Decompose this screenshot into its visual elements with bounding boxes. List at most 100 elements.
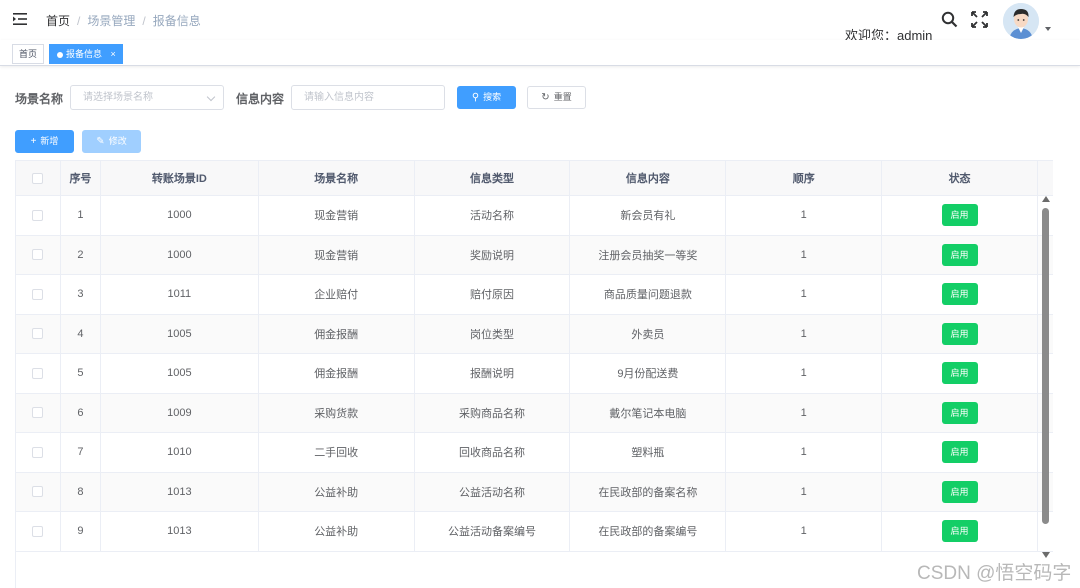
- row-checkbox[interactable]: [32, 486, 44, 498]
- status-button[interactable]: 启用: [941, 520, 978, 543]
- cell-order: 1: [726, 196, 883, 235]
- fullscreen-icon[interactable]: [971, 11, 988, 28]
- cell-content: 新会员有礼: [570, 196, 727, 235]
- breadcrumb: 首页 / 场景管理 / 报备信息: [46, 12, 201, 29]
- reset-button[interactable]: ↻ 重置: [527, 86, 586, 109]
- header-scene-id: 转账场景ID: [101, 161, 259, 195]
- status-button[interactable]: 启用: [941, 480, 978, 503]
- add-button[interactable]: + 新增: [15, 130, 74, 153]
- status-button[interactable]: 启用: [941, 362, 978, 385]
- cell-no: 9: [61, 512, 101, 551]
- scene-name-select[interactable]: 请选择场景名称: [70, 85, 224, 110]
- header-no: 序号: [61, 161, 101, 195]
- breadcrumb-home[interactable]: 首页: [46, 12, 70, 29]
- search-button-label: 搜索: [483, 92, 502, 102]
- cell-scene-id: 1005: [101, 314, 259, 353]
- cell-scene: 现金营销: [259, 235, 415, 274]
- cell-scene-id: 1011: [101, 275, 259, 314]
- tag-active[interactable]: 报备信息 ×: [49, 44, 123, 64]
- cell-content: 注册会员抽奖一等奖: [570, 235, 727, 274]
- table-body: 1 1000 现金营销 活动名称 新会员有礼 1 启用 2 1000 现金营销 奖励说明 注册会员抽奖…: [16, 196, 1053, 588]
- table-header: 序号 转账场景ID 场景名称 信息类型 信息内容 顺序 状态: [16, 161, 1053, 196]
- table-row[interactable]: 2 1000 现金营销 奖励说明 注册会员抽奖一等奖 1 启用: [16, 235, 1053, 275]
- cell-order: 1: [726, 512, 883, 551]
- user-avatar[interactable]: [1003, 3, 1039, 39]
- status-button[interactable]: 启用: [941, 401, 978, 424]
- select-all-checkbox[interactable]: [32, 172, 44, 184]
- cell-type: 采购商品名称: [415, 393, 571, 432]
- cell-content: 塑料瓶: [570, 433, 727, 472]
- plus-icon: +: [30, 136, 37, 147]
- table-row[interactable]: 6 1009 采购货款 采购商品名称 戴尔笔记本电脑 1 启用: [16, 393, 1053, 433]
- cell-no: 8: [61, 472, 101, 511]
- edit-button-label: 修改: [108, 136, 127, 146]
- status-button[interactable]: 启用: [941, 322, 978, 345]
- cell-no: 2: [61, 235, 101, 274]
- cell-type: 活动名称: [415, 196, 571, 235]
- cell-order: 1: [726, 433, 883, 472]
- cell-content: 商品质量问题退款: [570, 275, 727, 314]
- header-select-all: [16, 161, 61, 195]
- scrollbar-thumb[interactable]: [1042, 208, 1049, 524]
- breadcrumb-scene-management: 场景管理: [87, 14, 136, 28]
- row-checkbox[interactable]: [32, 407, 44, 419]
- status-button[interactable]: 启用: [941, 204, 978, 227]
- table-row[interactable]: 4 1005 佣金报酬 岗位类型 外卖员 1 启用: [16, 314, 1053, 354]
- cell-scene: 佣金报酬: [259, 354, 415, 393]
- cell-type: 公益活动名称: [415, 472, 571, 511]
- cell-scene: 企业赔付: [259, 275, 415, 314]
- cell-scene-id: 1009: [101, 393, 259, 432]
- hamburger-menu-icon[interactable]: [12, 11, 28, 27]
- cell-order: 1: [726, 393, 883, 432]
- cell-scene-id: 1013: [101, 512, 259, 551]
- row-checkbox[interactable]: [32, 328, 44, 340]
- tags-view: 首页 报备信息 ×: [0, 40, 1080, 66]
- table-row[interactable]: 7 1010 二手回收 回收商品名称 塑料瓶 1 启用: [16, 433, 1053, 473]
- row-checkbox[interactable]: [32, 367, 44, 379]
- row-checkbox[interactable]: [32, 249, 44, 261]
- cell-no: 7: [61, 433, 101, 472]
- cell-scene: 佣金报酬: [259, 314, 415, 353]
- cell-type: 报酬说明: [415, 354, 571, 393]
- cell-order: 1: [726, 354, 883, 393]
- row-checkbox[interactable]: [32, 209, 44, 221]
- cell-no: 6: [61, 393, 101, 432]
- edit-button[interactable]: ✎ 修改: [82, 130, 141, 153]
- cell-no: 3: [61, 275, 101, 314]
- row-checkbox[interactable]: [32, 446, 44, 458]
- table-row[interactable]: 3 1011 企业赔付 赔付原因 商品质量问题退款 1 启用: [16, 275, 1053, 315]
- cell-type: 赔付原因: [415, 275, 571, 314]
- search-icon: ⚲: [471, 92, 480, 103]
- cell-order: 1: [726, 472, 883, 511]
- table-row[interactable]: 5 1005 佣金报酬 报酬说明 9月份配送费 1 启用: [16, 354, 1053, 394]
- row-checkbox[interactable]: [32, 288, 44, 300]
- info-content-placeholder: 请输入信息内容: [304, 92, 374, 103]
- table-scrollbar[interactable]: [1040, 196, 1052, 562]
- search-button[interactable]: ⚲ 搜索: [457, 86, 516, 109]
- cell-no: 5: [61, 354, 101, 393]
- cell-order: 1: [726, 314, 883, 353]
- cell-scene-id: 1010: [101, 433, 259, 472]
- cell-type: 岗位类型: [415, 314, 571, 353]
- chevron-down-icon[interactable]: [1045, 27, 1051, 31]
- scroll-up-icon[interactable]: [1042, 196, 1050, 202]
- cell-scene-id: 1000: [101, 196, 259, 235]
- cell-scene: 公益补助: [259, 512, 415, 551]
- cell-content: 戴尔笔记本电脑: [570, 393, 727, 432]
- header-status: 状态: [882, 161, 1038, 195]
- table-row[interactable]: 8 1013 公益补助 公益活动名称 在民政部的备案名称 1 启用: [16, 472, 1053, 512]
- reset-button-label: 重置: [553, 92, 572, 102]
- watermark: CSDN @悟空码字: [917, 563, 1072, 584]
- status-button[interactable]: 启用: [941, 243, 978, 266]
- tag-home[interactable]: 首页: [12, 44, 45, 64]
- table-row[interactable]: 1 1000 现金营销 活动名称 新会员有礼 1 启用: [16, 196, 1053, 236]
- cell-scene-id: 1000: [101, 235, 259, 274]
- status-button[interactable]: 启用: [941, 283, 978, 306]
- table-row[interactable]: 9 1013 公益补助 公益活动备案编号 在民政部的备案编号 1 启用: [16, 512, 1053, 552]
- close-icon[interactable]: ×: [111, 49, 116, 59]
- info-content-input[interactable]: 请输入信息内容: [291, 85, 445, 110]
- scene-name-placeholder: 请选择场景名称: [83, 92, 153, 103]
- row-checkbox[interactable]: [32, 525, 44, 537]
- search-icon[interactable]: [941, 11, 958, 28]
- status-button[interactable]: 启用: [941, 441, 978, 464]
